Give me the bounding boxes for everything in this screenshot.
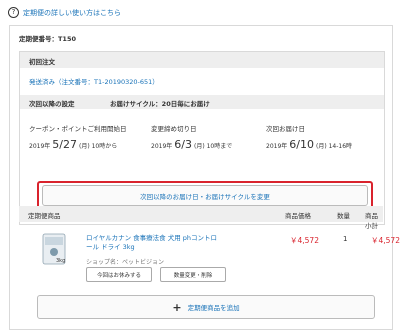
svg-text:3kg: 3kg bbox=[56, 258, 65, 264]
coupon-start-label: クーポン・ポイントご利用開始日 bbox=[29, 125, 127, 133]
column-subtotal: 商品小計 bbox=[365, 212, 378, 230]
subscription-panel: 定期便番号：T150 初回注文 発送済み（注文番号：T1-20190320-65… bbox=[9, 25, 400, 330]
next-delivery-date-label: 次回お届け日 bbox=[266, 125, 305, 133]
change-deadline-date: 2019年 6/3 (月) 10時まで bbox=[151, 138, 233, 151]
help-link-text[interactable]: 定期便の詳しい使い方はこちら bbox=[23, 8, 121, 18]
subscription-number: 定期便番号：T150 bbox=[19, 35, 77, 43]
products-heading: 定期便商品 bbox=[28, 212, 61, 220]
skip-this-time-button[interactable]: 今回はお休みする bbox=[86, 267, 152, 282]
product-subtotal: ￥4,572 bbox=[371, 236, 400, 245]
question-circle-icon: ? bbox=[8, 7, 19, 18]
products-section: 定期便商品 商品価格 数量 商品小計 3kg ロイヤルカナン 食事療法食 犬用 … bbox=[19, 206, 400, 282]
products-header: 定期便商品 商品価格 数量 商品小計 bbox=[19, 206, 383, 230]
next-delivery-date: 2019年 6/10 (月) 14-16時 bbox=[266, 138, 353, 151]
product-quantity: 1 bbox=[343, 235, 348, 243]
shop-name: ショップ名：ペットビジョン bbox=[86, 259, 165, 266]
next-setting-label: 次回以降の設定 bbox=[29, 100, 75, 108]
product-price: ￥4,572 bbox=[290, 236, 319, 245]
delivery-cycle-label: お届けサイクル：20日毎にお届け bbox=[110, 100, 210, 108]
add-subscription-product-button[interactable]: + 定期便商品を追加 bbox=[37, 295, 375, 319]
add-button-label: 定期便商品を追加 bbox=[187, 304, 240, 312]
change-delivery-button[interactable]: 次回以降のお届け日・お届けサイクルを変更 bbox=[42, 185, 368, 206]
column-price: 商品価格 bbox=[285, 212, 311, 220]
first-order-heading: 初回注文 bbox=[29, 58, 55, 66]
help-link[interactable]: ? 定期便の詳しい使い方はこちら bbox=[8, 7, 121, 18]
first-order-header: 初回注文 bbox=[20, 52, 384, 68]
coupon-start-date: 2019年 5/27 (月) 10時から bbox=[29, 138, 118, 151]
product-image[interactable]: 3kg bbox=[41, 233, 67, 265]
shipping-status-link[interactable]: 発送済み（注文番号：T1-20190320-651） bbox=[29, 76, 159, 86]
order-box: 初回注文 発送済み（注文番号：T1-20190320-651） 次回以降の設定 … bbox=[19, 51, 385, 225]
change-deadline-label: 変更締め切り日 bbox=[151, 125, 197, 133]
plus-icon: + bbox=[172, 300, 182, 314]
column-qty: 数量 bbox=[337, 212, 350, 220]
product-name-link[interactable]: ロイヤルカナン 食事療法食 犬用 phコントロール ドライ 3kg bbox=[86, 234, 221, 252]
change-qty-delete-button[interactable]: 数量変更・削除 bbox=[160, 267, 226, 282]
next-delivery-bar: 次回以降の設定 お届けサイクル：20日毎にお届け bbox=[20, 95, 384, 109]
